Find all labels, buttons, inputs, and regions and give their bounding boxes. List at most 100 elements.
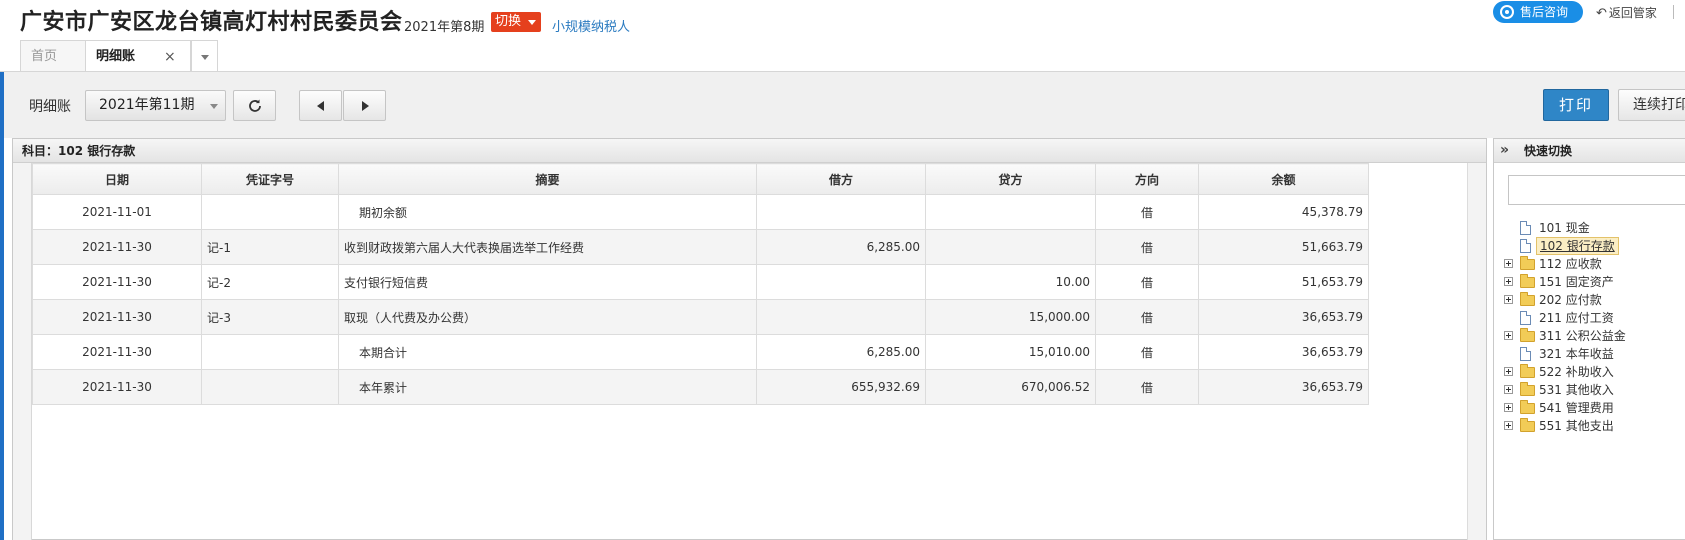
tree-node[interactable]: 321 本年收益: [1504, 345, 1685, 363]
undo-arrow-icon: ↶: [1596, 6, 1607, 21]
back-to-manager-link[interactable]: ↶ 返回管家: [1596, 4, 1657, 21]
taxpayer-type-link[interactable]: 小规模纳税人: [552, 16, 630, 35]
tree-node-label[interactable]: 541 管理费用: [1539, 400, 1614, 416]
table-row[interactable]: 2021-11-30 本期合计 6,285.00 15,010.00 借 36,…: [32, 334, 1369, 370]
switch-label: 切换: [495, 14, 522, 29]
tree-node[interactable]: 101 现金: [1504, 219, 1685, 237]
current-period: 2021年第8期: [404, 20, 485, 35]
tab-home[interactable]: 首页: [20, 40, 86, 72]
cell-voucher[interactable]: 记-2: [201, 264, 339, 300]
tree-node-label[interactable]: 522 补助收入: [1539, 364, 1614, 380]
column-header-debit[interactable]: 借方: [756, 163, 926, 195]
support-label: 售后咨询: [1520, 5, 1569, 19]
expand-plus-icon[interactable]: [1504, 385, 1513, 394]
table-row[interactable]: 2021-11-30 本年累计 655,932.69 670,006.52 借 …: [32, 369, 1369, 405]
app-header: 广安市广安区龙台镇高灯村村民委员会 2021年第8期 切换 小规模纳税人 售后咨…: [0, 0, 1685, 73]
period-select[interactable]: 2021年第11期: [85, 90, 226, 121]
print-button[interactable]: 打印: [1543, 89, 1609, 121]
expand-plus-icon[interactable]: [1504, 331, 1513, 340]
cell-credit: 15,010.00: [925, 334, 1096, 370]
tree-node[interactable]: 551 其他支出: [1504, 417, 1685, 435]
column-header-credit[interactable]: 贷方: [925, 163, 1096, 195]
expand-plus-icon[interactable]: [1504, 421, 1513, 430]
column-header-date[interactable]: 日期: [32, 163, 202, 195]
cell-balance: 51,653.79: [1198, 264, 1369, 300]
row-gutter: [13, 163, 32, 540]
expand-plus-icon[interactable]: [1504, 295, 1513, 304]
tree-node-label[interactable]: 102 银行存款: [1536, 237, 1619, 255]
expand-plus-icon[interactable]: [1504, 277, 1513, 286]
file-icon: [1520, 311, 1531, 325]
folder-icon: [1520, 364, 1535, 378]
tree-node[interactable]: 541 管理费用: [1504, 399, 1685, 417]
ledger-subject-title: 科目：102 银行存款: [13, 139, 1486, 163]
tree-node-label[interactable]: 101 现金: [1539, 220, 1590, 236]
folder-icon: [1520, 274, 1535, 288]
header-divider: [1673, 5, 1674, 19]
tree-node[interactable]: 202 应付款: [1504, 291, 1685, 309]
switch-period-button[interactable]: 切换: [491, 12, 541, 32]
tree-node[interactable]: 112 应收款: [1504, 255, 1685, 273]
cell-balance: 36,653.79: [1198, 369, 1369, 405]
file-icon: [1520, 221, 1531, 235]
column-header-direction[interactable]: 方向: [1095, 163, 1199, 195]
tree-node-label[interactable]: 211 应付工资: [1539, 310, 1614, 326]
column-header-voucher[interactable]: 凭证字号: [201, 163, 339, 195]
period-select-value: 2021年第11期: [99, 97, 195, 113]
previous-period-button[interactable]: [299, 90, 342, 121]
continuous-print-button[interactable]: 连续打印: [1618, 89, 1685, 121]
tree-node[interactable]: 311 公积公益金: [1504, 327, 1685, 345]
cell-direction: 借: [1095, 299, 1199, 335]
tree-node-label[interactable]: 311 公积公益金: [1539, 328, 1626, 344]
folder-icon: [1520, 400, 1535, 414]
refresh-button[interactable]: [233, 90, 276, 121]
close-icon[interactable]: ×: [164, 41, 176, 73]
tree-node-label[interactable]: 112 应收款: [1539, 256, 1602, 272]
cell-debit: 6,285.00: [756, 229, 926, 265]
tree-node[interactable]: 531 其他收入: [1504, 381, 1685, 399]
tree-node-label[interactable]: 551 其他支出: [1539, 418, 1614, 434]
cell-direction: 借: [1095, 334, 1199, 370]
vertical-scrollbar[interactable]: [1467, 163, 1486, 540]
expand-plus-icon[interactable]: [1504, 403, 1513, 412]
tree-node-label[interactable]: 531 其他收入: [1539, 382, 1614, 398]
tab-home-label: 首页: [31, 49, 58, 64]
expand-plus-icon[interactable]: [1504, 259, 1513, 268]
tab-overflow-dropdown[interactable]: [191, 40, 218, 72]
next-period-button[interactable]: [343, 90, 386, 121]
tree-node-label[interactable]: 321 本年收益: [1539, 346, 1614, 362]
table-row[interactable]: 2021-11-30 记-1 收到财政拨第六届人大代表换届选举工作经费 6,28…: [32, 229, 1369, 265]
quick-switch-search-input[interactable]: [1508, 175, 1685, 205]
after-sales-support-button[interactable]: 售后咨询: [1493, 1, 1583, 23]
cell-debit: [756, 194, 926, 230]
tab-ledger-label: 明细账: [96, 49, 136, 64]
cell-credit: 670,006.52: [925, 369, 1096, 405]
table-row[interactable]: 2021-11-01 期初余额 借 45,378.79: [32, 194, 1369, 230]
cell-voucher[interactable]: [201, 194, 339, 230]
cell-voucher[interactable]: 记-3: [201, 299, 339, 335]
table-header-row: 日期 凭证字号 摘要 借方 贷方 方向 余额: [32, 163, 1369, 195]
toolbar: 明细账 2021年第11期 打印 连续打印: [4, 72, 1685, 138]
column-header-balance[interactable]: 余额: [1198, 163, 1369, 195]
cell-credit: [925, 229, 1096, 265]
tree-node[interactable]: 211 应付工资: [1504, 309, 1685, 327]
cell-voucher[interactable]: [201, 369, 339, 405]
cell-summary: 收到财政拨第六届人大代表换届选举工作经费: [338, 229, 757, 265]
tree-node[interactable]: 102 银行存款: [1504, 237, 1685, 255]
table-row[interactable]: 2021-11-30 记-2 支付银行短信费 10.00 借 51,653.79: [32, 264, 1369, 300]
column-header-summary[interactable]: 摘要: [338, 163, 757, 195]
tree-node-label[interactable]: 202 应付款: [1539, 292, 1602, 308]
double-chevron-right-icon[interactable]: »: [1500, 142, 1509, 158]
cell-direction: 借: [1095, 229, 1199, 265]
caret-down-icon: [210, 104, 218, 109]
table-row[interactable]: 2021-11-30 记-3 取现（人代费及办公费） 15,000.00 借 3…: [32, 299, 1369, 335]
file-icon: [1520, 239, 1531, 253]
tab-detail-ledger[interactable]: 明细账 ×: [85, 40, 191, 73]
cell-voucher[interactable]: 记-1: [201, 229, 339, 265]
ledger-panel: 科目：102 银行存款 日期 凭证字号 摘要 借方 贷方 方向 余额 2021-…: [12, 138, 1487, 540]
tree-node[interactable]: 151 固定资产: [1504, 273, 1685, 291]
tree-node-label[interactable]: 151 固定资产: [1539, 274, 1614, 290]
tree-node[interactable]: 522 补助收入: [1504, 363, 1685, 381]
expand-plus-icon[interactable]: [1504, 367, 1513, 376]
cell-voucher[interactable]: [201, 334, 339, 370]
